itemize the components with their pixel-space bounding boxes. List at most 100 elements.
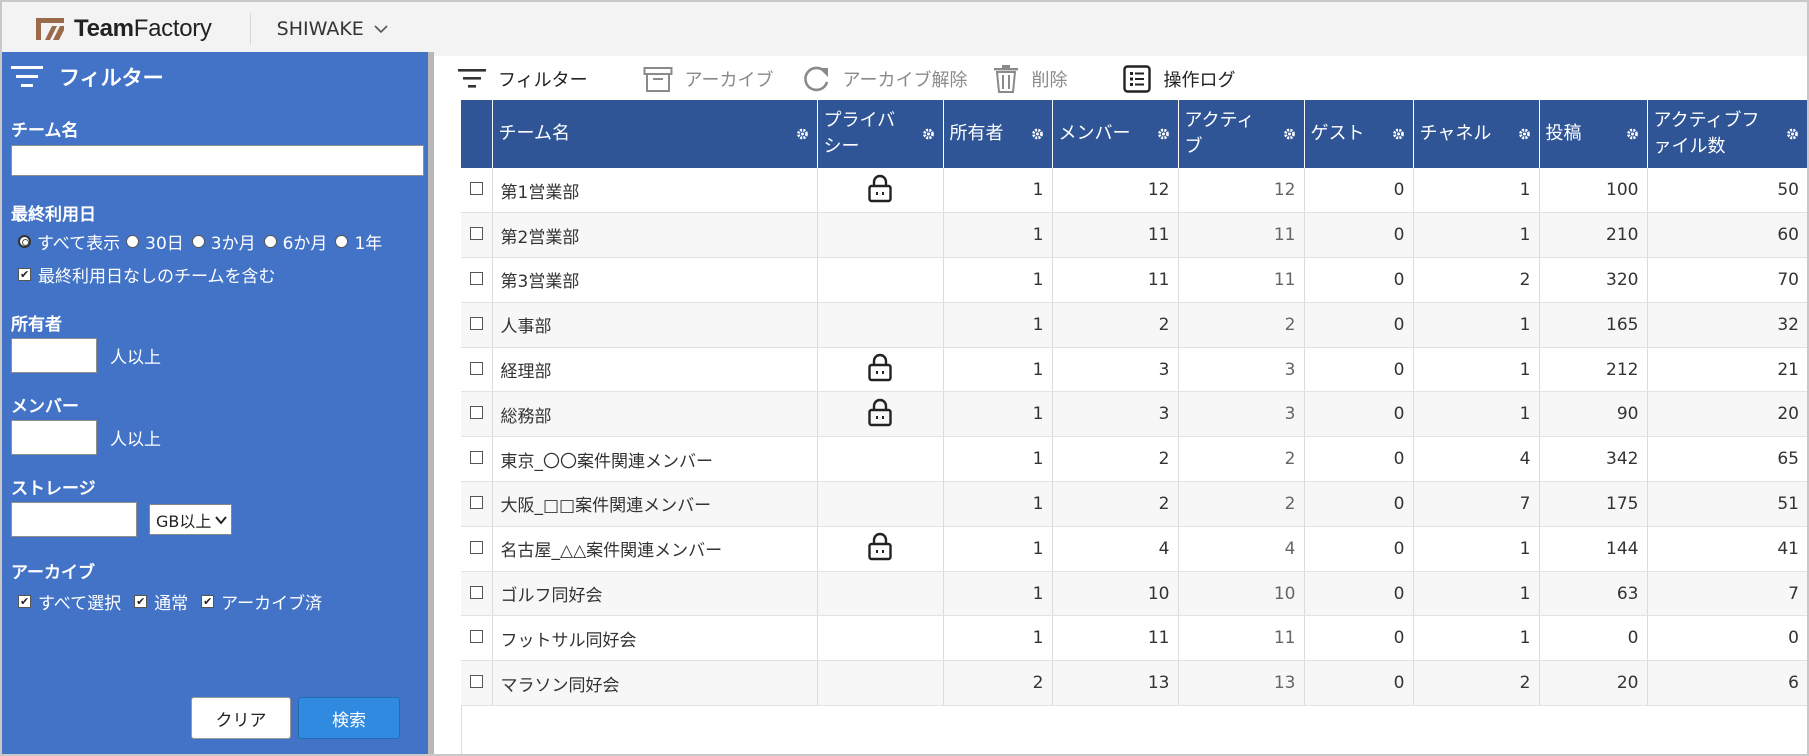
unarchive-button[interactable]: アーカイブ解除 — [801, 64, 967, 94]
archive-button[interactable]: アーカイブ — [643, 65, 774, 93]
radio-6m[interactable] — [263, 235, 277, 248]
archive-all-checkbox[interactable] — [18, 595, 31, 608]
delete-button[interactable]: 削除 — [993, 64, 1067, 94]
row-checkbox[interactable] — [469, 675, 483, 689]
row-checkbox[interactable] — [469, 361, 483, 375]
row-checkbox[interactable] — [469, 182, 483, 196]
owners-cell: 1 — [943, 168, 1053, 214]
toolbar-filter-button[interactable]: フィルター — [458, 66, 588, 92]
row-checkbox[interactable] — [469, 316, 483, 330]
header-owners[interactable]: 所有者 — [943, 100, 1053, 168]
team-name-input[interactable] — [11, 145, 424, 176]
header-channels[interactable]: チャネル — [1413, 100, 1540, 168]
row-checkbox[interactable] — [469, 227, 483, 241]
active-cell: 11 — [1178, 615, 1305, 662]
radio-1y[interactable] — [335, 235, 349, 248]
active-files-cell: 70 — [1647, 257, 1807, 303]
operation-log-button[interactable]: 操作ログ — [1123, 65, 1235, 93]
gear-icon[interactable] — [1157, 128, 1170, 141]
storage-unit-select[interactable]: GB以上 — [149, 504, 233, 535]
gear-icon[interactable] — [1283, 128, 1296, 141]
posts-cell: 342 — [1539, 436, 1648, 483]
search-button[interactable]: 検索 — [298, 697, 400, 739]
app-selector[interactable]: SHIWAKE — [277, 18, 388, 40]
posts-cell: 212 — [1539, 347, 1648, 393]
members-cell: 4 — [1052, 526, 1179, 572]
storage-input[interactable] — [11, 502, 137, 537]
active-cell: 2 — [1178, 436, 1305, 483]
members-input[interactable] — [11, 420, 97, 455]
channels-cell: 1 — [1413, 168, 1540, 214]
team-name-cell: 第2営業部 — [492, 212, 818, 259]
gear-icon[interactable] — [1786, 128, 1799, 141]
guests-cell: 0 — [1304, 660, 1414, 707]
row-checkbox[interactable] — [469, 271, 483, 285]
row-checkbox[interactable] — [469, 406, 483, 420]
table-row[interactable]: 経理部 1 3 3 0 1 212 21 — [461, 347, 1807, 393]
table-row[interactable]: 第1営業部 1 12 12 0 1 100 50 — [461, 168, 1807, 214]
filter-sidebar: フィルター チーム名 最終利用日 すべて表示 30日 3か月 6か月 1年 最終… — [2, 52, 434, 754]
members-cell: 3 — [1052, 347, 1179, 393]
owners-input[interactable] — [11, 338, 97, 373]
sidebar-title: フィルター — [59, 66, 164, 90]
archive-normal-checkbox[interactable] — [134, 595, 148, 608]
table-row[interactable]: 人事部 1 2 2 0 1 165 32 — [461, 302, 1807, 348]
owners-cell: 1 — [943, 481, 1053, 527]
archive-archived-checkbox[interactable] — [201, 595, 215, 608]
table-row[interactable]: 第3営業部 1 11 11 0 2 320 70 — [461, 257, 1807, 303]
toolbar: フィルター アーカイブ アーカイブ解除 削除 操作ログ — [458, 56, 1275, 102]
gear-icon[interactable] — [1392, 128, 1405, 141]
radio-30d[interactable] — [126, 235, 140, 248]
header-active[interactable]: アクティブ — [1178, 100, 1305, 168]
active-files-cell: 51 — [1647, 481, 1807, 527]
table-row[interactable]: 東京_〇〇案件関連メンバー 1 2 2 0 4 342 65 — [461, 436, 1807, 483]
table-row[interactable]: 総務部 1 3 3 0 1 90 20 — [461, 391, 1807, 438]
app-selector-label: SHIWAKE — [276, 18, 364, 40]
header-team-name[interactable]: チーム名 — [492, 100, 818, 168]
radio-all[interactable] — [18, 235, 31, 248]
delete-label: 削除 — [1031, 70, 1068, 91]
active-cell: 10 — [1178, 571, 1305, 617]
posts-cell: 0 — [1539, 615, 1648, 662]
header-members-label: メンバー — [1058, 123, 1131, 144]
table-row[interactable]: フットサル同好会 1 11 11 0 1 0 0 — [461, 615, 1807, 662]
row-checkbox[interactable] — [469, 585, 483, 599]
gear-icon[interactable] — [922, 128, 935, 141]
channels-cell: 7 — [1413, 481, 1540, 527]
header-posts[interactable]: 投稿 — [1539, 100, 1648, 168]
privacy-cell — [817, 526, 944, 572]
header-active-files[interactable]: アクティブフ ァイル数 — [1647, 100, 1807, 168]
header-members[interactable]: メンバー — [1052, 100, 1179, 168]
row-checkbox[interactable] — [469, 451, 483, 465]
owners-cell: 1 — [943, 347, 1053, 393]
channels-cell: 2 — [1413, 660, 1540, 707]
active-cell: 11 — [1178, 212, 1305, 259]
table-row[interactable]: 大阪_□□案件関連メンバー 1 2 2 0 7 175 51 — [461, 481, 1807, 527]
posts-cell: 90 — [1539, 391, 1648, 438]
active-files-cell: 0 — [1647, 615, 1807, 662]
active-files-cell: 20 — [1647, 391, 1807, 438]
header-privacy[interactable]: プライバ シー — [817, 100, 944, 168]
row-checkbox[interactable] — [469, 495, 483, 509]
table-row[interactable]: 第2営業部 1 11 11 0 1 210 60 — [461, 212, 1807, 259]
header-guests[interactable]: ゲスト — [1304, 100, 1414, 168]
teams-table: チーム名 プライバ シー 所有者 メンバー アクティブ ゲスト チャネル 投稿 ア… — [461, 100, 1807, 707]
gear-icon[interactable] — [796, 128, 809, 141]
sidebar-header[interactable]: フィルター — [2, 52, 428, 98]
gear-icon[interactable] — [1626, 128, 1639, 141]
gear-icon[interactable] — [1031, 128, 1044, 141]
row-select-cell — [461, 660, 493, 707]
include-no-date-checkbox[interactable] — [18, 268, 31, 281]
privacy-cell — [817, 347, 944, 393]
guests-cell: 0 — [1304, 615, 1414, 662]
brand[interactable]: TeamFactory — [2, 2, 212, 56]
radio-3m[interactable] — [191, 235, 205, 248]
table-row[interactable]: マラソン同好会 2 13 13 0 2 20 6 — [461, 660, 1807, 707]
gear-icon[interactable] — [1518, 128, 1531, 141]
table-row[interactable]: 名古屋_△△案件関連メンバー 1 4 4 0 1 144 41 — [461, 526, 1807, 572]
row-checkbox[interactable] — [469, 540, 483, 554]
clear-button[interactable]: クリア — [191, 697, 291, 739]
table-row[interactable]: ゴルフ同好会 1 10 10 0 1 63 7 — [461, 571, 1807, 617]
row-checkbox[interactable] — [469, 630, 483, 644]
channels-cell: 1 — [1413, 391, 1540, 438]
